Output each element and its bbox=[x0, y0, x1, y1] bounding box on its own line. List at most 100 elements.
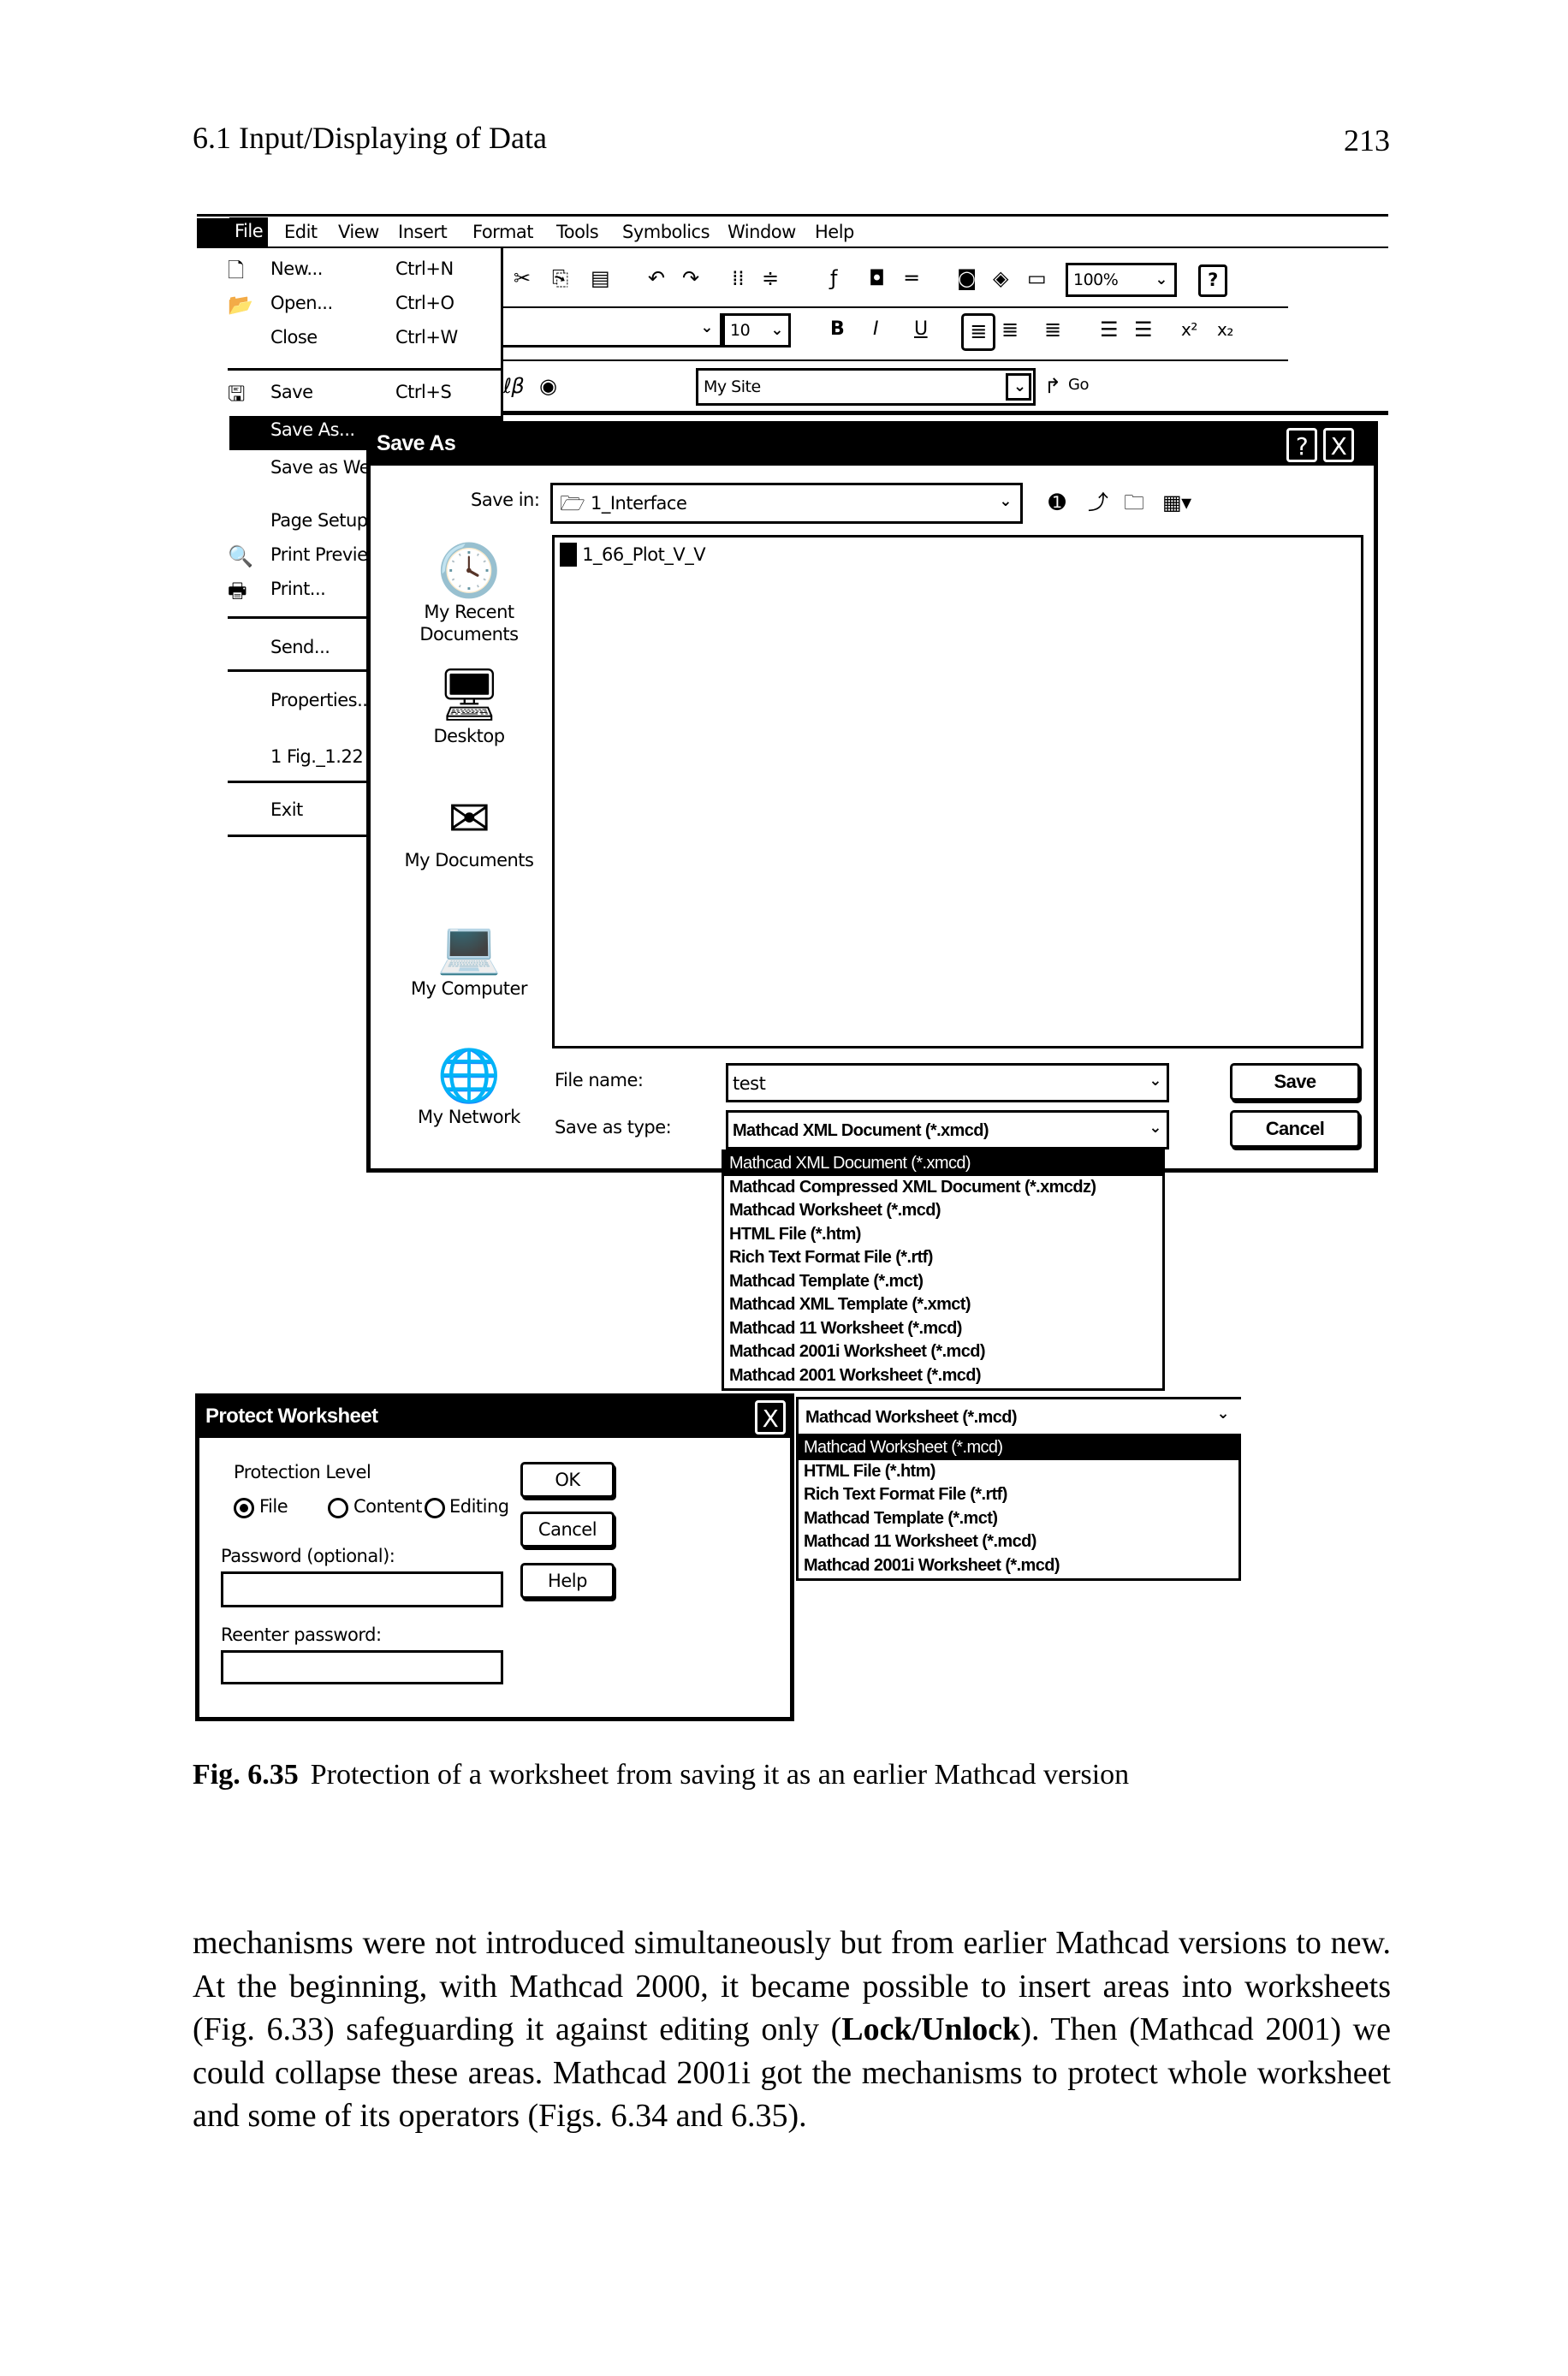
menu-symbolics[interactable]: Symbolics bbox=[622, 222, 710, 242]
paste-icon[interactable]: ▤ bbox=[591, 265, 610, 291]
page-number: 213 bbox=[1344, 123, 1390, 157]
component-icon[interactable]: ◈ bbox=[993, 265, 1008, 291]
subscript-button[interactable]: x₂ bbox=[1217, 317, 1233, 342]
menu-format[interactable]: Format bbox=[472, 222, 534, 242]
option-rtf[interactable]: Rich Text Format File (*.rtf) bbox=[799, 1483, 1238, 1507]
insert-function-icon[interactable]: ƒ bbox=[830, 265, 837, 291]
menu-edit[interactable]: Edit bbox=[284, 222, 318, 242]
cancel-button[interactable]: Cancel bbox=[1230, 1110, 1360, 1148]
window-icon[interactable]: ▭ bbox=[1027, 265, 1047, 291]
resource-toolbar-icon[interactable]: ℓβ bbox=[503, 373, 525, 399]
align-down-icon[interactable]: ≑ bbox=[762, 265, 779, 291]
chevron-down-icon: ⌄ bbox=[1216, 1405, 1230, 1423]
option-htm[interactable]: HTML File (*.htm) bbox=[724, 1223, 1162, 1247]
option-mathcad-11[interactable]: Mathcad 11 Worksheet (*.mcd) bbox=[724, 1317, 1162, 1341]
option-rtf[interactable]: Rich Text Format File (*.rtf) bbox=[724, 1246, 1162, 1270]
address-dropdown-button[interactable]: ⌄ bbox=[1006, 373, 1031, 401]
option-mathcad-2001[interactable]: Mathcad 2001 Worksheet (*.mcd) bbox=[724, 1364, 1162, 1388]
open-folder-icon: 📂 bbox=[228, 293, 253, 317]
align-across-icon[interactable]: ⁞⁞ bbox=[732, 265, 745, 291]
ok-button[interactable]: OK bbox=[520, 1462, 615, 1498]
menu-window[interactable]: Window bbox=[728, 222, 796, 242]
option-mathcad-11[interactable]: Mathcad 11 Worksheet (*.mcd) bbox=[799, 1530, 1238, 1554]
copy-icon[interactable]: ⎘ bbox=[552, 265, 568, 291]
web-toolbar-icon[interactable]: ◉ bbox=[539, 373, 557, 399]
font-size-select[interactable]: 10 ⌄ bbox=[722, 313, 791, 347]
menu-tools[interactable]: Tools bbox=[556, 222, 599, 242]
help-icon[interactable]: ? bbox=[1198, 264, 1227, 297]
reenter-password-input[interactable] bbox=[221, 1650, 503, 1684]
reenter-password-label: Reenter password: bbox=[221, 1625, 382, 1645]
menu-insert[interactable]: Insert bbox=[398, 222, 448, 242]
option-xmcdz[interactable]: Mathcad Compressed XML Document (*.xmcdz… bbox=[724, 1176, 1162, 1200]
numbering-icon[interactable]: ☰ bbox=[1134, 317, 1153, 342]
option-mcd[interactable]: Mathcad Worksheet (*.mcd) bbox=[724, 1199, 1162, 1223]
my-network-icon: 🌐 bbox=[437, 1046, 502, 1106]
go-arrow-icon[interactable]: ↱ bbox=[1044, 373, 1061, 399]
older-format-select[interactable]: Mathcad Worksheet (*.mcd) ⌄ bbox=[796, 1397, 1241, 1435]
font-select[interactable]: ⌄ bbox=[502, 313, 722, 347]
place-my-network[interactable]: 🌐 My Network bbox=[388, 1046, 550, 1128]
align-right-icon[interactable]: ≣ bbox=[1044, 317, 1061, 342]
radio-editing-label[interactable]: Editing bbox=[449, 1496, 509, 1517]
radio-content-label[interactable]: Content bbox=[353, 1496, 423, 1517]
save-in-combo[interactable]: 🗁 1_Interface ⌄ bbox=[550, 483, 1023, 524]
option-mct[interactable]: Mathcad Template (*.mct) bbox=[724, 1270, 1162, 1294]
menu-item-save[interactable]: 🖫 Save Ctrl+S bbox=[197, 378, 501, 409]
menu-view[interactable]: View bbox=[338, 222, 379, 242]
zoom-select[interactable]: 100% ⌄ bbox=[1066, 263, 1177, 297]
views-menu-icon[interactable]: ▦▾ bbox=[1162, 490, 1191, 515]
file-list[interactable]: 1_66_Plot_V_V bbox=[552, 535, 1363, 1048]
place-my-computer[interactable]: 💻 My Computer bbox=[388, 918, 550, 1000]
superscript-button[interactable]: x² bbox=[1181, 317, 1197, 342]
insert-unit-icon[interactable]: ◘ bbox=[869, 265, 885, 291]
undo-icon[interactable]: ↶ bbox=[648, 265, 665, 291]
option-mathcad-2001i[interactable]: Mathcad 2001i Worksheet (*.mcd) bbox=[724, 1340, 1162, 1364]
save-button[interactable]: Save bbox=[1230, 1063, 1360, 1101]
menu-item-new[interactable]: 🗋 New... Ctrl+N bbox=[197, 255, 501, 286]
option-mathcad-2001i[interactable]: Mathcad 2001i Worksheet (*.mcd) bbox=[799, 1554, 1238, 1578]
menu-item-close[interactable]: Close Ctrl+W bbox=[197, 324, 501, 354]
menu-item-open[interactable]: 📂 Open... Ctrl+O bbox=[197, 289, 501, 320]
go-button[interactable]: Go bbox=[1068, 376, 1089, 394]
option-mcd[interactable]: Mathcad Worksheet (*.mcd) bbox=[799, 1436, 1238, 1460]
option-htm[interactable]: HTML File (*.htm) bbox=[799, 1460, 1238, 1484]
file-name-label: File name: bbox=[555, 1070, 644, 1090]
cancel-button[interactable]: Cancel bbox=[520, 1512, 615, 1547]
close-button[interactable]: X bbox=[1323, 428, 1354, 462]
up-folder-icon[interactable]: ⤴ bbox=[1088, 490, 1108, 515]
file-name-input[interactable]: test ⌄ bbox=[726, 1063, 1169, 1102]
align-left-button[interactable]: ≣ bbox=[961, 313, 995, 351]
bold-button[interactable]: B bbox=[830, 317, 845, 342]
file-item[interactable]: 1_66_Plot_V_V bbox=[560, 543, 706, 568]
radio-file[interactable] bbox=[234, 1498, 254, 1518]
option-xmct[interactable]: Mathcad XML Template (*.xmct) bbox=[724, 1293, 1162, 1317]
radio-file-label[interactable]: File bbox=[259, 1496, 288, 1517]
place-my-documents[interactable]: ✉ My Documents bbox=[388, 789, 550, 871]
place-desktop[interactable]: 🖥 Desktop bbox=[388, 665, 550, 747]
radio-editing[interactable] bbox=[425, 1498, 445, 1518]
password-input[interactable] bbox=[221, 1571, 503, 1607]
cut-icon[interactable]: ✂ bbox=[514, 265, 531, 291]
redo-icon[interactable]: ↷ bbox=[682, 265, 699, 291]
help-button[interactable]: ? bbox=[1286, 428, 1317, 462]
address-combo[interactable]: My Site ⌄ bbox=[696, 368, 1036, 406]
back-icon[interactable]: ➊ bbox=[1048, 490, 1066, 515]
bullets-icon[interactable]: ☰ bbox=[1100, 317, 1119, 342]
menu-file[interactable]: File bbox=[229, 217, 269, 247]
italic-button[interactable]: I bbox=[873, 317, 879, 342]
close-button[interactable]: X bbox=[755, 1400, 786, 1435]
app-system-icon[interactable] bbox=[197, 218, 229, 247]
option-xmcd[interactable]: Mathcad XML Document (*.xmcd) bbox=[724, 1152, 1162, 1176]
align-center-icon[interactable]: ≣ bbox=[1001, 317, 1019, 342]
underline-button[interactable]: U bbox=[914, 317, 928, 342]
new-folder-icon[interactable]: 🗀 bbox=[1124, 490, 1144, 515]
menu-help[interactable]: Help bbox=[815, 222, 854, 242]
calculate-icon[interactable]: ═ bbox=[906, 265, 918, 291]
help-button[interactable]: Help bbox=[520, 1563, 615, 1599]
option-mct[interactable]: Mathcad Template (*.mct) bbox=[799, 1507, 1238, 1531]
radio-content[interactable] bbox=[328, 1498, 348, 1518]
save-as-type-select[interactable]: Mathcad XML Document (*.xmcd) ⌄ bbox=[726, 1110, 1169, 1149]
place-my-recent-documents[interactable]: 🕓 My Recent Documents bbox=[388, 541, 550, 645]
resource-center-icon[interactable]: ◙ bbox=[957, 265, 977, 291]
